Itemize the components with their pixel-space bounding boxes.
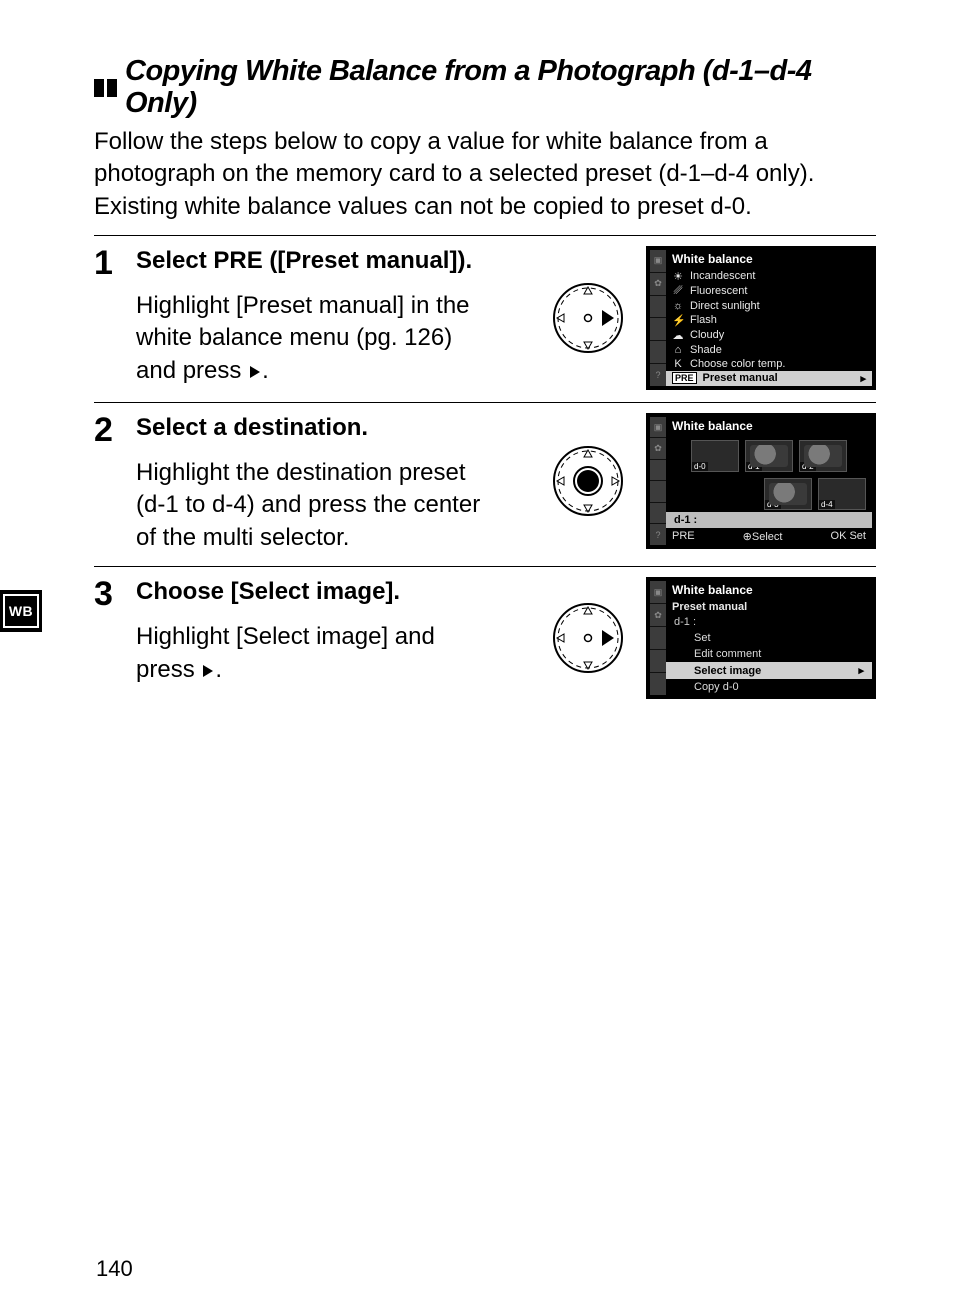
cloudy-icon: ☁	[672, 329, 684, 342]
lcd-item: Set	[666, 630, 872, 646]
lcd-highlighted-item: Select image▸	[666, 662, 872, 679]
lcd-highlighted-item: PRE Preset manual ▸	[666, 371, 872, 386]
lcd-selection-label: d-1 :	[666, 512, 872, 528]
preset-thumb: d-2	[799, 440, 847, 472]
camera-lcd-preset-submenu: ▣✿ White balance Preset manual d-1 : Set…	[646, 577, 876, 699]
preset-thumb: d-3	[764, 478, 812, 510]
lcd-item: Copy d-0	[666, 679, 872, 695]
separator	[94, 235, 876, 236]
step-number: 3	[94, 577, 120, 611]
color-temp-icon: K	[672, 358, 684, 370]
preset-thumb: d-0	[691, 440, 739, 472]
preset-thumb: d-1	[745, 440, 793, 472]
intro-paragraph: Follow the steps below to copy a value f…	[94, 126, 876, 223]
step-title: Select a destination.	[136, 413, 534, 443]
step-title: Choose [Select image].	[136, 577, 534, 607]
incandescent-icon: ☀	[672, 270, 684, 283]
page-number: 140	[96, 1256, 133, 1282]
right-triangle-icon	[201, 664, 215, 678]
separator	[94, 402, 876, 403]
lcd-subtitle: Preset manual	[666, 600, 872, 614]
lcd-footer: PRE ⊕Select OK Set	[666, 528, 872, 545]
heading-bullet-icon	[94, 79, 117, 97]
step-title: Select PRE ([Preset manual]).	[136, 246, 534, 276]
step-body-text: Highlight [Preset manual] in the white b…	[136, 290, 496, 387]
flash-icon: ⚡	[672, 314, 684, 327]
fluorescent-icon: ␥	[672, 285, 684, 298]
step-body-text: Highlight [Select image] and press .	[136, 621, 496, 686]
right-triangle-icon	[248, 365, 262, 379]
lcd-title: White balance	[666, 417, 872, 436]
camera-lcd-preset-thumbs: ▣✿? White balance d-0 d-1 d-2 d-3 d-4 d-…	[646, 413, 876, 549]
side-tab-label: WB	[3, 594, 39, 628]
section-heading-text: Copying White Balance from a Photograph …	[125, 56, 876, 120]
preset-thumb: d-4	[818, 478, 866, 510]
section-heading: Copying White Balance from a Photograph …	[94, 56, 876, 120]
pre-badge: PRE	[672, 372, 697, 384]
multi-selector-right-icon	[544, 594, 632, 682]
step-number: 2	[94, 413, 120, 447]
step-body-text: Highlight the destination preset (d-1 to…	[136, 457, 496, 554]
lcd-group: d-1 :	[666, 614, 872, 630]
shade-icon: ⌂	[672, 344, 684, 356]
separator	[94, 566, 876, 567]
multi-selector-right-icon	[544, 274, 632, 362]
step-number: 1	[94, 246, 120, 280]
direct-sunlight-icon: ☼	[672, 300, 684, 312]
camera-lcd-wb-menu: ▣✿? White balance ☀Incandescent ␥Fluores…	[646, 246, 876, 390]
side-tab-wb: WB	[0, 590, 42, 632]
lcd-title: White balance	[666, 250, 872, 269]
multi-selector-center-icon	[544, 437, 632, 525]
chevron-right-icon: ▸	[858, 664, 864, 677]
chevron-right-icon: ▸	[860, 372, 866, 385]
lcd-title: White balance	[666, 581, 872, 600]
lcd-item: Edit comment	[666, 646, 872, 662]
